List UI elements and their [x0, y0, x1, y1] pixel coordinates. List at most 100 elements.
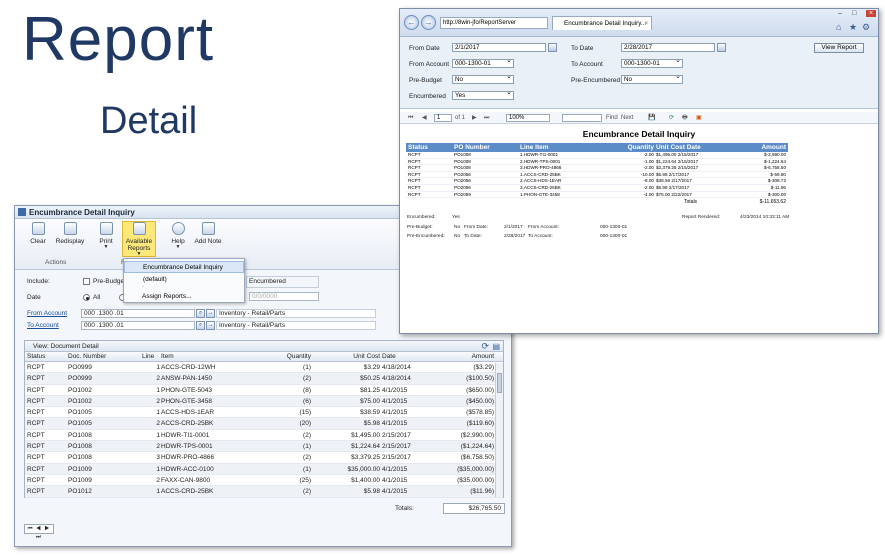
help-button[interactable]: Help ▼ — [161, 222, 195, 250]
settings-icon[interactable]: ⚙ — [862, 22, 870, 33]
to-account-label: To Account — [571, 61, 603, 68]
cell-quantity: (2) — [303, 431, 311, 439]
cell-item: FAXX-CAN-9800 — [161, 476, 211, 484]
cell-unit-cost: $5.98 — [363, 420, 380, 428]
view-report-button[interactable]: View Report — [814, 43, 864, 53]
cell-amount: ($450.00) — [466, 397, 494, 405]
cell-amount: ($1,224.64) — [460, 443, 494, 451]
arrow-right-icon[interactable]: → — [206, 321, 215, 330]
pre-budget-checkbox[interactable] — [83, 278, 90, 285]
forward-icon[interactable]: → — [421, 15, 436, 30]
calendar-icon[interactable] — [548, 43, 557, 52]
date-all-radio[interactable] — [83, 294, 90, 301]
data-feed-icon[interactable]: ▣ — [696, 112, 702, 124]
back-icon[interactable]: ← — [404, 15, 419, 30]
print-button[interactable]: Print ▼ — [89, 222, 123, 250]
from-account-link[interactable]: From Account — [27, 310, 67, 317]
table-row[interactable]: RCPT PO1008 1 HDWR-TI1-0001 (2) $1,495.00 2/15… — [25, 430, 503, 442]
cell-item: ACCS-CRD-25BK — [161, 420, 214, 428]
print-icon[interactable]: 🖶 — [682, 112, 688, 124]
rcell-line-item: 2.HDWR-TPS-0001 — [520, 158, 561, 164]
col-date[interactable]: Date — [382, 352, 422, 362]
lookup-icon[interactable]: ⌕ — [196, 321, 205, 330]
rcell-unit-cost-date: $5.98 2/17/2017 — [656, 171, 690, 177]
table-row[interactable]: RCPT PO1012 1 ACCS-CRD-25BK (2) $5.98 4/1/2015… — [25, 486, 503, 498]
zoom-select[interactable]: 100% — [506, 114, 550, 122]
pre-budget-select[interactable]: No — [452, 73, 514, 84]
close-window-icon[interactable]: × — [866, 10, 877, 17]
address-bar[interactable]: http://8win-jfo/ReportServer — [440, 17, 548, 29]
col-status[interactable]: Status — [27, 352, 67, 362]
cell-line: 2 — [156, 375, 160, 383]
page-number-input[interactable]: 1 — [434, 114, 452, 122]
clear-button[interactable]: Clear — [21, 222, 55, 245]
first-page-icon[interactable]: ⏮ — [408, 112, 413, 124]
col-line[interactable]: Line — [142, 352, 160, 362]
close-icon[interactable]: × — [644, 17, 648, 30]
arrow-right-icon[interactable]: → — [206, 309, 215, 318]
home-icon[interactable]: ⌂ — [836, 22, 841, 32]
to-account-input[interactable]: 000 .1300 .01 — [81, 321, 195, 330]
record-navigator[interactable]: ⏮ ◀ ▶ ⏭ — [24, 524, 54, 540]
rcell-unit-cost-date: $1,495.00 2/15/2017 — [656, 152, 699, 157]
from-account-select[interactable]: 000-1300-01 — [452, 57, 514, 68]
col-amount[interactable]: Amount — [425, 352, 494, 362]
menu-separator: - — [142, 284, 144, 290]
favorites-icon[interactable]: ★ — [849, 22, 857, 33]
find-input[interactable] — [562, 114, 602, 122]
col-unit-cost[interactable]: Unit Cost — [325, 352, 380, 362]
grid-header: Status Doc. Number Line Item Quantity Un… — [25, 352, 503, 362]
cell-unit-cost: $3.29 — [363, 364, 380, 371]
calendar-icon[interactable] — [717, 43, 726, 52]
table-row[interactable]: RCPT PO1005 1 ACCS-HDS-1EAR (15) $38.59 4/1/20… — [25, 407, 503, 419]
add-note-button[interactable]: Add Note — [191, 222, 225, 245]
refresh-icon[interactable]: ⟳ — [669, 112, 674, 124]
col-quantity[interactable]: Quantity — [255, 352, 311, 362]
prev-page-icon[interactable]: ◀ — [422, 112, 427, 124]
rcell-po-number: PO1008 — [454, 165, 471, 171]
report-row: RCPT PO1008 3.HDWR-PRO-4866 -2.00 $3,379.25 … — [406, 165, 788, 172]
to-account-link[interactable]: To Account — [27, 322, 59, 329]
to-account-select[interactable]: 000-1300-01 — [621, 57, 683, 68]
table-row[interactable]: RCPT PO1008 2 HDWR-TPS-0001 (1) $1,224.64 2/15… — [25, 441, 503, 453]
scrollbar-thumb[interactable] — [497, 373, 502, 393]
cell-amount: ($650.00) — [466, 386, 494, 394]
date-field[interactable]: 0/0/0000 — [249, 292, 319, 301]
export-icon[interactable]: 💾 — [648, 112, 655, 124]
grid-scrollbar[interactable] — [495, 363, 503, 497]
table-row[interactable]: RCPT PO1005 2 ACCS-CRD-25BK (20) $5.98 4/1/201… — [25, 418, 503, 430]
maximize-icon[interactable]: □ — [852, 10, 856, 17]
menu-item-default-report[interactable]: Encumbrance Detail Inquiry (default) — [124, 261, 244, 283]
table-row[interactable]: RCPT PO0999 2 ANSW-PAN-1450 (2) $50.25 4/18/20… — [25, 373, 503, 385]
redisplay-button[interactable]: Redisplay — [53, 222, 87, 245]
cell-date: 2/15/2017 — [382, 431, 411, 439]
pre-encumbered-select[interactable]: No — [621, 73, 683, 84]
table-row[interactable]: RCPT PO1002 1 PHON-GTE-5043 (8) $81.25 4/1/201… — [25, 385, 503, 396]
find-link[interactable]: Find — [606, 112, 618, 124]
menu-item-assign-reports[interactable]: Assign Reports... — [124, 291, 244, 303]
grid-options-icon[interactable]: ▤ — [492, 341, 500, 352]
next-page-icon[interactable]: ▶ — [472, 112, 477, 124]
from-date-input[interactable]: 2/1/2017 — [452, 43, 546, 52]
last-page-icon[interactable]: ⏭ — [484, 112, 489, 124]
col-doc-number[interactable]: Doc. Number — [68, 352, 138, 362]
from-account-input[interactable]: 000 .1300 .01 — [81, 309, 195, 318]
table-row[interactable]: RCPT PO0999 1 ACCS-CRD-12WH (1) $3.29 4/18/201… — [25, 362, 503, 374]
clear-icon — [31, 222, 45, 235]
table-row[interactable]: RCPT PO1002 2 PHON-GTE-3458 (6) $75.00 4/1/201… — [25, 395, 503, 408]
footer-rendered-label: Report Rendered: — [682, 215, 721, 220]
table-row[interactable]: RCPT PO1009 2 FAXX-CAN-9800 (25) $1,400.00 4/1… — [25, 475, 503, 487]
to-date-input[interactable]: 2/28/2017 — [621, 43, 715, 52]
table-row[interactable]: RCPT PO1008 3 HDWR-PRO-4866 (2) $3,379.25 2/15… — [25, 452, 503, 464]
next-link[interactable]: Next — [621, 112, 633, 124]
available-reports-button[interactable]: Available Reports ▼ — [122, 221, 156, 257]
refresh-icon[interactable]: ⟳ — [481, 341, 489, 352]
lookup-icon[interactable]: ⌕ — [196, 309, 205, 318]
encumbered-select[interactable]: Yes — [452, 89, 514, 100]
col-item[interactable]: Item — [161, 352, 251, 362]
browser-tab[interactable]: Encumbrance Detail Inquiry... × — [552, 16, 652, 30]
rcell-unit-cost-date: $38.59 2/17/2017 — [656, 178, 692, 184]
cell-amount: ($578.85) — [466, 409, 494, 417]
minimize-icon[interactable]: – — [838, 10, 842, 17]
table-row[interactable]: RCPT PO1009 1 HDWR-ACC-0100 (1) $35,000.00 4/1… — [25, 463, 503, 475]
